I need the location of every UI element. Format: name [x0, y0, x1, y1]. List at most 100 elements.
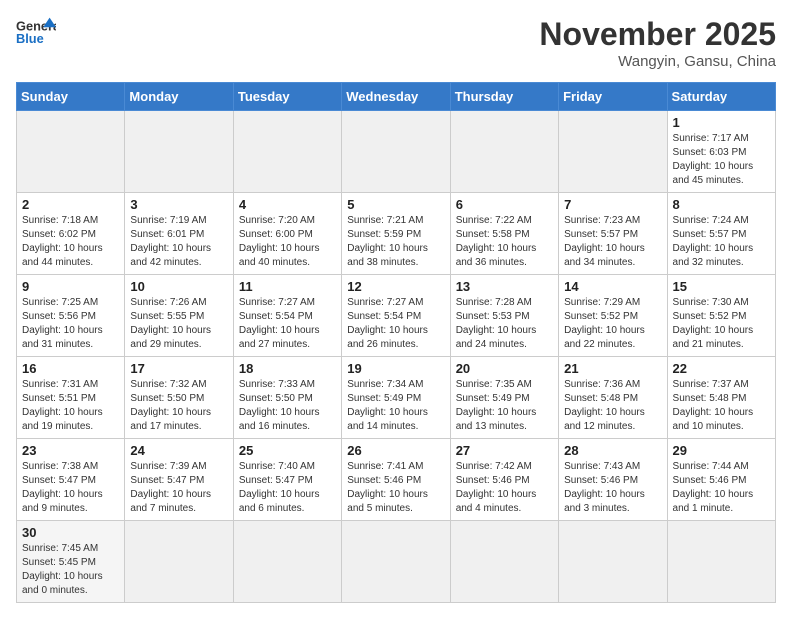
day-info: Sunrise: 7:40 AM Sunset: 5:47 PM Dayligh…	[239, 460, 336, 516]
day-number: 25	[239, 443, 336, 458]
day-number: 2	[22, 197, 119, 212]
day-info: Sunrise: 7:22 AM Sunset: 5:58 PM Dayligh…	[456, 214, 553, 270]
calendar-cell: 25 Sunrise: 7:40 AM Sunset: 5:47 PM Dayli…	[233, 439, 341, 521]
calendar-cell	[559, 521, 667, 603]
day-info: Sunrise: 7:44 AM Sunset: 5:46 PM Dayligh…	[673, 460, 770, 516]
calendar-cell: 30 Sunrise: 7:45 AM Sunset: 5:45 PM Dayli…	[17, 521, 125, 603]
page-header: General Blue November 2025 Wangyin, Gans…	[16, 16, 776, 70]
calendar-cell: 26Sunrise: 7:41 AM Sunset: 5:46 PM Dayli…	[342, 439, 450, 521]
month-title: November 2025	[539, 16, 776, 53]
svg-text:Blue: Blue	[16, 31, 44, 46]
day-number: 29	[673, 443, 770, 458]
calendar-week-row: 30 Sunrise: 7:45 AM Sunset: 5:45 PM Dayli…	[17, 521, 776, 603]
day-number: 21	[564, 361, 661, 376]
logo: General Blue	[16, 16, 56, 48]
calendar-table: SundayMondayTuesdayWednesdayThursdayFrid…	[16, 82, 776, 603]
calendar-week-row: 9Sunrise: 7:25 AM Sunset: 5:56 PM Daylig…	[17, 275, 776, 357]
calendar-cell	[342, 111, 450, 193]
day-number: 10	[130, 279, 227, 294]
day-number: 5	[347, 197, 444, 212]
day-number: 19	[347, 361, 444, 376]
day-number: 18	[239, 361, 336, 376]
calendar-cell: 3 Sunrise: 7:19 AM Sunset: 6:01 PM Daylig…	[125, 193, 233, 275]
day-info: Sunrise: 7:36 AM Sunset: 5:48 PM Dayligh…	[564, 378, 661, 434]
day-info: Sunrise: 7:45 AM Sunset: 5:45 PM Dayligh…	[22, 542, 119, 598]
day-info: Sunrise: 7:39 AM Sunset: 5:47 PM Dayligh…	[130, 460, 227, 516]
day-number: 13	[456, 279, 553, 294]
day-info: Sunrise: 7:33 AM Sunset: 5:50 PM Dayligh…	[239, 378, 336, 434]
day-number: 8	[673, 197, 770, 212]
day-number: 3	[130, 197, 227, 212]
day-number: 15	[673, 279, 770, 294]
day-number: 24	[130, 443, 227, 458]
day-info: Sunrise: 7:30 AM Sunset: 5:52 PM Dayligh…	[673, 296, 770, 352]
calendar-cell: 22 Sunrise: 7:37 AM Sunset: 5:48 PM Dayli…	[667, 357, 775, 439]
day-number: 28	[564, 443, 661, 458]
calendar-cell: 18 Sunrise: 7:33 AM Sunset: 5:50 PM Dayli…	[233, 357, 341, 439]
day-number: 16	[22, 361, 119, 376]
location: Wangyin, Gansu, China	[539, 53, 776, 70]
logo-icon: General Blue	[16, 16, 56, 48]
day-info: Sunrise: 7:27 AM Sunset: 5:54 PM Dayligh…	[347, 296, 444, 352]
calendar-cell: 21 Sunrise: 7:36 AM Sunset: 5:48 PM Dayli…	[559, 357, 667, 439]
calendar-cell: 10Sunrise: 7:26 AM Sunset: 5:55 PM Dayli…	[125, 275, 233, 357]
calendar-cell: 20 Sunrise: 7:35 AM Sunset: 5:49 PM Dayli…	[450, 357, 558, 439]
day-number: 12	[347, 279, 444, 294]
calendar-cell	[450, 111, 558, 193]
calendar-cell: 9Sunrise: 7:25 AM Sunset: 5:56 PM Daylig…	[17, 275, 125, 357]
calendar-cell	[559, 111, 667, 193]
calendar-cell: 8Sunrise: 7:24 AM Sunset: 5:57 PM Daylig…	[667, 193, 775, 275]
day-number: 1	[673, 115, 770, 130]
day-info: Sunrise: 7:41 AM Sunset: 5:46 PM Dayligh…	[347, 460, 444, 516]
day-number: 11	[239, 279, 336, 294]
calendar-cell: 12 Sunrise: 7:27 AM Sunset: 5:54 PM Dayli…	[342, 275, 450, 357]
weekday-header-saturday: Saturday	[667, 83, 775, 111]
day-info: Sunrise: 7:25 AM Sunset: 5:56 PM Dayligh…	[22, 296, 119, 352]
calendar-cell: 2 Sunrise: 7:18 AM Sunset: 6:02 PM Daylig…	[17, 193, 125, 275]
calendar-cell	[125, 521, 233, 603]
day-number: 23	[22, 443, 119, 458]
weekday-header-wednesday: Wednesday	[342, 83, 450, 111]
day-number: 20	[456, 361, 553, 376]
calendar-cell: 14Sunrise: 7:29 AM Sunset: 5:52 PM Dayli…	[559, 275, 667, 357]
day-info: Sunrise: 7:43 AM Sunset: 5:46 PM Dayligh…	[564, 460, 661, 516]
day-info: Sunrise: 7:38 AM Sunset: 5:47 PM Dayligh…	[22, 460, 119, 516]
calendar-cell: 13Sunrise: 7:28 AM Sunset: 5:53 PM Dayli…	[450, 275, 558, 357]
calendar-week-row: 16 Sunrise: 7:31 AM Sunset: 5:51 PM Dayli…	[17, 357, 776, 439]
day-info: Sunrise: 7:34 AM Sunset: 5:49 PM Dayligh…	[347, 378, 444, 434]
day-info: Sunrise: 7:19 AM Sunset: 6:01 PM Dayligh…	[130, 214, 227, 270]
calendar-cell	[17, 111, 125, 193]
calendar-cell: 6Sunrise: 7:22 AM Sunset: 5:58 PM Daylig…	[450, 193, 558, 275]
day-info: Sunrise: 7:18 AM Sunset: 6:02 PM Dayligh…	[22, 214, 119, 270]
calendar-cell	[125, 111, 233, 193]
day-info: Sunrise: 7:20 AM Sunset: 6:00 PM Dayligh…	[239, 214, 336, 270]
weekday-header-tuesday: Tuesday	[233, 83, 341, 111]
title-block: November 2025 Wangyin, Gansu, China	[539, 16, 776, 70]
calendar-cell: 11 Sunrise: 7:27 AM Sunset: 5:54 PM Dayli…	[233, 275, 341, 357]
calendar-cell	[667, 521, 775, 603]
calendar-week-row: 23 Sunrise: 7:38 AM Sunset: 5:47 PM Dayli…	[17, 439, 776, 521]
day-number: 14	[564, 279, 661, 294]
day-info: Sunrise: 7:27 AM Sunset: 5:54 PM Dayligh…	[239, 296, 336, 352]
day-number: 4	[239, 197, 336, 212]
weekday-header-sunday: Sunday	[17, 83, 125, 111]
calendar-cell	[233, 111, 341, 193]
calendar-cell: 28 Sunrise: 7:43 AM Sunset: 5:46 PM Dayli…	[559, 439, 667, 521]
calendar-cell: 24 Sunrise: 7:39 AM Sunset: 5:47 PM Dayli…	[125, 439, 233, 521]
day-number: 30	[22, 525, 119, 540]
day-number: 22	[673, 361, 770, 376]
day-info: Sunrise: 7:42 AM Sunset: 5:46 PM Dayligh…	[456, 460, 553, 516]
day-info: Sunrise: 7:31 AM Sunset: 5:51 PM Dayligh…	[22, 378, 119, 434]
calendar-cell	[342, 521, 450, 603]
calendar-cell: 5 Sunrise: 7:21 AM Sunset: 5:59 PM Daylig…	[342, 193, 450, 275]
calendar-cell: 15 Sunrise: 7:30 AM Sunset: 5:52 PM Dayli…	[667, 275, 775, 357]
day-info: Sunrise: 7:35 AM Sunset: 5:49 PM Dayligh…	[456, 378, 553, 434]
calendar-cell: 1Sunrise: 7:17 AM Sunset: 6:03 PM Daylig…	[667, 111, 775, 193]
day-info: Sunrise: 7:32 AM Sunset: 5:50 PM Dayligh…	[130, 378, 227, 434]
day-info: Sunrise: 7:21 AM Sunset: 5:59 PM Dayligh…	[347, 214, 444, 270]
day-info: Sunrise: 7:37 AM Sunset: 5:48 PM Dayligh…	[673, 378, 770, 434]
day-info: Sunrise: 7:23 AM Sunset: 5:57 PM Dayligh…	[564, 214, 661, 270]
calendar-cell: 4 Sunrise: 7:20 AM Sunset: 6:00 PM Daylig…	[233, 193, 341, 275]
calendar-cell: 27 Sunrise: 7:42 AM Sunset: 5:46 PM Dayli…	[450, 439, 558, 521]
day-number: 27	[456, 443, 553, 458]
